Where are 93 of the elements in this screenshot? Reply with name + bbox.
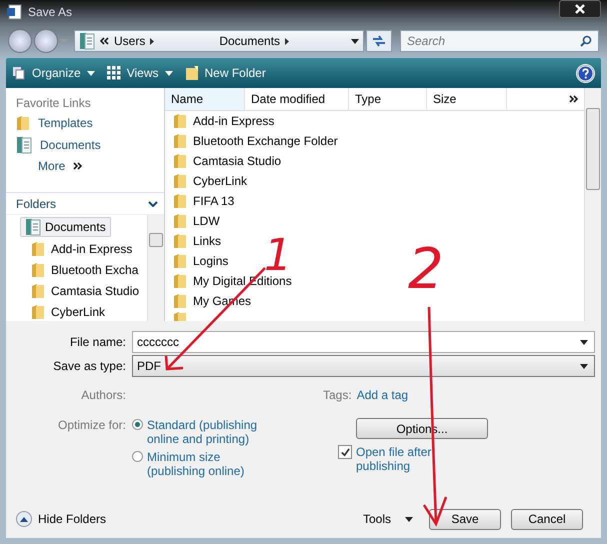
file-type-dropdown[interactable]: PDF — [132, 355, 595, 377]
chevron-down-icon — [148, 201, 158, 207]
file-name[interactable]: Camtasia Studio — [193, 154, 282, 168]
scrollbar[interactable] — [147, 215, 164, 321]
arrow-up-icon — [20, 516, 28, 522]
dropdown-arrow-icon — [580, 340, 588, 344]
document-library-icon — [25, 218, 41, 236]
pages-icon — [12, 66, 26, 80]
close-icon — [575, 4, 585, 14]
field-label: File name: — [68, 335, 127, 349]
back-button[interactable] — [8, 29, 32, 53]
favorite-link[interactable]: Documents — [16, 136, 164, 154]
field-label: Authors: — [80, 388, 127, 402]
folder-icon — [31, 241, 45, 257]
tree-item[interactable]: Documents — [20, 217, 111, 237]
file-name-field[interactable]: ccccccc — [132, 331, 595, 353]
scrollbar[interactable] — [584, 88, 601, 321]
search-icon — [580, 35, 592, 47]
address-bar[interactable]: Users Documents — [74, 30, 364, 52]
grid-icon — [106, 66, 121, 80]
file-name[interactable]: Links — [193, 234, 222, 248]
folders-header[interactable]: Folders — [6, 193, 164, 215]
radio-option[interactable]: Minimum size (publishing online) — [132, 450, 272, 478]
tree-item[interactable]: CyberLink — [30, 303, 106, 321]
caret-icon — [405, 516, 413, 522]
file-name[interactable]: LDW — [193, 214, 220, 228]
caret-icon — [86, 70, 95, 76]
folder-icon — [31, 304, 45, 320]
folder-icon — [173, 133, 187, 149]
folder-icon — [31, 283, 45, 299]
field-label: Optimize for: — [56, 418, 127, 434]
favorite-link[interactable]: More — [16, 159, 164, 173]
document-library-icon — [79, 32, 95, 50]
folder-icon — [173, 273, 187, 289]
refresh-icon — [372, 35, 386, 47]
field-label: Tags: — [323, 388, 352, 402]
file-name[interactable]: Bluetooth Exchange Folder — [193, 134, 338, 148]
double-chevron-icon — [100, 37, 109, 45]
forward-button[interactable] — [34, 29, 58, 53]
tree-item[interactable]: Add-in Express — [30, 240, 134, 258]
folder-icon — [31, 262, 45, 278]
folder-icon — [173, 293, 187, 309]
file-name[interactable]: FIFA 13 — [193, 194, 234, 208]
tree-item[interactable]: Camtasia Studio — [30, 282, 140, 300]
folder-icon — [173, 213, 187, 229]
tools-menu-button[interactable]: Tools — [362, 512, 413, 526]
folder-icon — [173, 113, 187, 129]
arrow-icon — [285, 38, 290, 44]
dialog-button[interactable]: Save — [429, 508, 501, 530]
column-header[interactable]: Name — [165, 88, 245, 110]
file-name[interactable]: Add-in Express — [193, 114, 274, 128]
add-tag-link[interactable]: Add a tag — [356, 388, 408, 402]
column-header[interactable]: Type — [349, 88, 427, 110]
column-header[interactable]: Date modified — [245, 88, 349, 110]
field-label: Save as type: — [52, 359, 127, 373]
arrow-icon — [150, 38, 154, 44]
folder-icon — [173, 253, 187, 269]
file-name[interactable]: Logins — [193, 254, 228, 268]
folder-icon — [173, 233, 187, 249]
column-header[interactable]: Size — [427, 88, 507, 110]
refresh-button[interactable] — [366, 30, 392, 52]
checkmark-icon — [340, 448, 350, 456]
document-library-icon — [16, 136, 32, 154]
folder-icon — [173, 193, 187, 209]
section-heading: Favorite Links — [16, 96, 92, 110]
folder-icon — [173, 153, 187, 169]
file-name[interactable]: CyberLink — [193, 174, 248, 188]
radio-option[interactable]: Standard (publishing online and printing) — [132, 418, 272, 446]
folder-icon — [184, 65, 198, 81]
folder-icon — [173, 173, 187, 189]
toolbar-button[interactable]: Views — [106, 66, 172, 80]
caret-icon — [60, 38, 68, 44]
dropdown-arrow-icon — [580, 364, 588, 368]
tree-item[interactable]: Bluetooth Excha — [30, 261, 140, 279]
help-icon[interactable] — [576, 64, 595, 82]
breadcrumb-item[interactable]: Documents — [219, 34, 280, 48]
hide-folders-button[interactable]: Hide Folders — [16, 511, 106, 527]
word-document-icon — [6, 4, 22, 20]
breadcrumb-item[interactable]: Users — [114, 34, 146, 48]
dropdown-arrow-icon — [351, 38, 359, 44]
close-button[interactable] — [559, 0, 601, 18]
toolbar-button[interactable]: New Folder — [184, 65, 266, 81]
window-title: Save As — [28, 5, 72, 19]
dialog-button[interactable]: Cancel — [511, 508, 583, 530]
double-chevron-icon — [73, 162, 82, 170]
checkbox-option[interactable]: Open file after publishing — [338, 445, 448, 473]
folder-icon — [16, 115, 30, 131]
caret-icon — [164, 70, 172, 76]
more-columns-icon[interactable] — [569, 95, 578, 103]
search-field[interactable]: Search — [400, 30, 599, 52]
favorite-link[interactable]: Templates — [16, 115, 164, 131]
toolbar-button[interactable]: Organize — [12, 66, 95, 80]
handwritten-number: 2 — [408, 242, 444, 298]
